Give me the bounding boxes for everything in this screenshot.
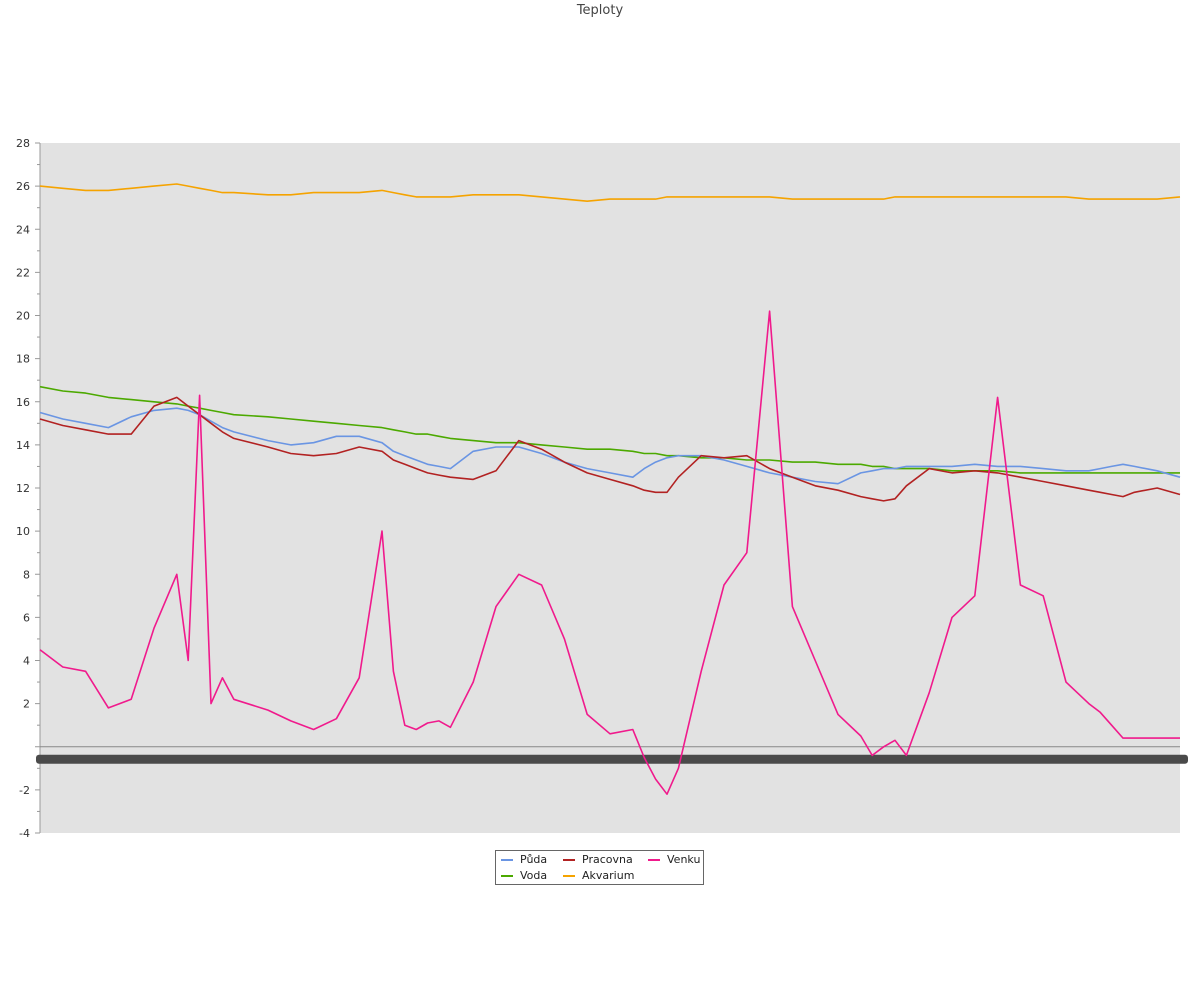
y-axis: -4-2246810121416182022242628: [16, 137, 41, 840]
legend-label-akvarium: Akvarium: [582, 869, 635, 882]
legend-item-venku: Venku: [648, 853, 700, 867]
legend-item-puda: Půda: [501, 853, 547, 867]
y-tick-label: 8: [23, 568, 30, 581]
legend-swatch-akvarium: [563, 875, 575, 877]
y-tick-label: 18: [16, 353, 30, 366]
y-tick-label: 14: [16, 439, 30, 452]
legend-label-venku: Venku: [667, 853, 701, 866]
y-tick-label: 4: [23, 655, 30, 668]
legend-swatch-pracovna: [563, 859, 575, 861]
y-tick-label: 28: [16, 137, 30, 150]
legend-swatch-venku: [648, 859, 660, 861]
y-tick-label: 2: [23, 698, 30, 711]
y-tick-label: 12: [16, 482, 30, 495]
y-tick-label: -4: [19, 827, 30, 840]
y-tick-label: 20: [16, 310, 30, 323]
y-tick-label: 22: [16, 266, 30, 279]
x-tick-label-band: [36, 754, 1188, 764]
y-tick-label: 26: [16, 180, 30, 193]
legend-swatch-puda: [501, 859, 513, 861]
legend-label-pracovna: Pracovna: [582, 853, 633, 866]
y-tick-label: -2: [19, 784, 30, 797]
y-tick-label: 6: [23, 611, 30, 624]
legend-swatch-voda: [501, 875, 513, 877]
legend-item-pracovna: Pracovna: [563, 853, 633, 867]
y-tick-label: 10: [16, 525, 30, 538]
legend-label-voda: Voda: [520, 869, 548, 882]
legend-item-akvarium: Akvarium: [563, 869, 634, 883]
legend: Půda Pracovna Venku Voda Akvarium: [495, 850, 704, 885]
legend-label-puda: Půda: [520, 853, 548, 866]
y-tick-label: 16: [16, 396, 30, 409]
legend-item-voda: Voda: [501, 869, 547, 883]
y-tick-label: 24: [16, 223, 30, 236]
